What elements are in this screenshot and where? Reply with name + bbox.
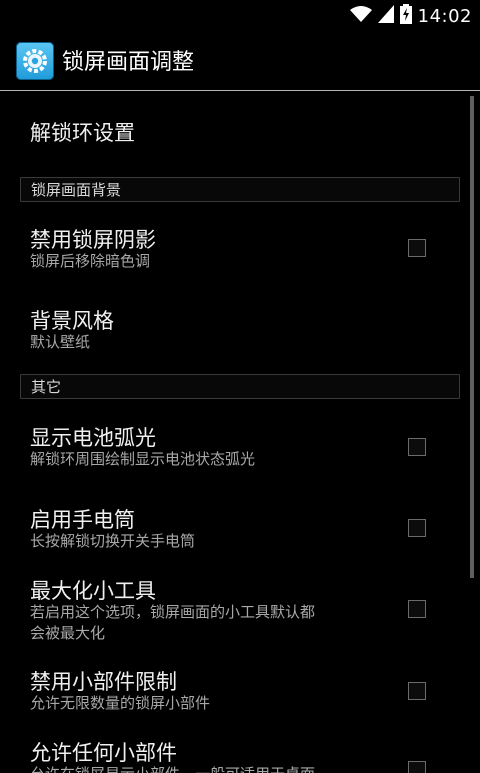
item-title: 启用手电筒 [30,508,135,532]
list-item-battery-arc[interactable]: 显示电池弧光 解锁环周围绘制显示电池状态弧光 [0,405,470,487]
checkbox-flashlight[interactable] [408,519,426,537]
status-icons: 14:02 [349,4,472,28]
signal-icon [377,5,394,27]
item-summary-line: 会被最大化 [30,624,106,642]
item-summary: 锁屏后移除暗色调 [30,252,151,270]
item-summary: 允许在锁屏显示小部件，一般可适用于桌面 [30,764,315,773]
status-bar: 14:02 [0,0,480,32]
list-item-allow-any-widget[interactable]: 允许任何小部件 允许在锁屏显示小部件，一般可适用于桌面 [0,731,470,773]
item-title: 显示电池弧光 [30,426,156,450]
checkbox-maximize-widgets[interactable] [408,600,426,618]
item-title: 允许任何小部件 [30,741,177,765]
item-title: 解锁环设置 [30,121,135,145]
section-header-other: 其它 [20,374,460,399]
settings-gear-icon[interactable] [16,42,54,80]
status-clock: 14:02 [417,5,472,27]
page-title: 锁屏画面调整 [62,50,195,75]
list-item-maximize-widgets[interactable]: 最大化小工具 若启用这个选项，锁屏画面的小工具默认都 会被最大化 [0,569,470,665]
section-header-lockscreen-background: 锁屏画面背景 [20,177,460,202]
checkbox-battery-arc[interactable] [408,438,426,456]
list-item-unlock-ring-settings[interactable]: 解锁环设置 [0,91,470,175]
checkbox-allow-any-widget[interactable] [408,761,426,773]
section-title: 其它 [31,378,62,396]
checkbox-disable-widget-limit[interactable] [408,682,426,700]
item-summary: 长按解锁切换开关手电筒 [30,532,196,550]
section-title: 锁屏画面背景 [31,181,122,199]
item-summary: 允许无限数量的锁屏小部件 [30,694,211,712]
item-title: 禁用锁屏阴影 [30,228,156,252]
item-summary: 解锁环周围绘制显示电池状态弧光 [30,450,256,468]
list-item-disable-shadow[interactable]: 禁用锁屏阴影 锁屏后移除暗色调 [0,208,470,290]
battery-charging-icon [399,4,412,28]
checkbox-disable-shadow[interactable] [408,239,426,257]
preference-list: 解锁环设置 锁屏画面背景 禁用锁屏阴影 锁屏后移除暗色调 背景风格 默认壁纸 其… [0,91,480,773]
action-bar: 锁屏画面调整 [0,32,480,90]
item-summary-line: 若启用这个选项，锁屏画面的小工具默认都 [30,603,316,621]
list-item-background-style[interactable]: 背景风格 默认壁纸 [0,291,470,373]
item-summary: 默认壁纸 [30,333,91,351]
scrollbar[interactable] [470,96,474,578]
item-title: 背景风格 [30,309,114,333]
item-title: 禁用小部件限制 [30,670,177,694]
list-item-flashlight[interactable]: 启用手电筒 长按解锁切换开关手电筒 [0,488,470,568]
item-title: 最大化小工具 [30,579,156,603]
wifi-icon [349,5,372,27]
